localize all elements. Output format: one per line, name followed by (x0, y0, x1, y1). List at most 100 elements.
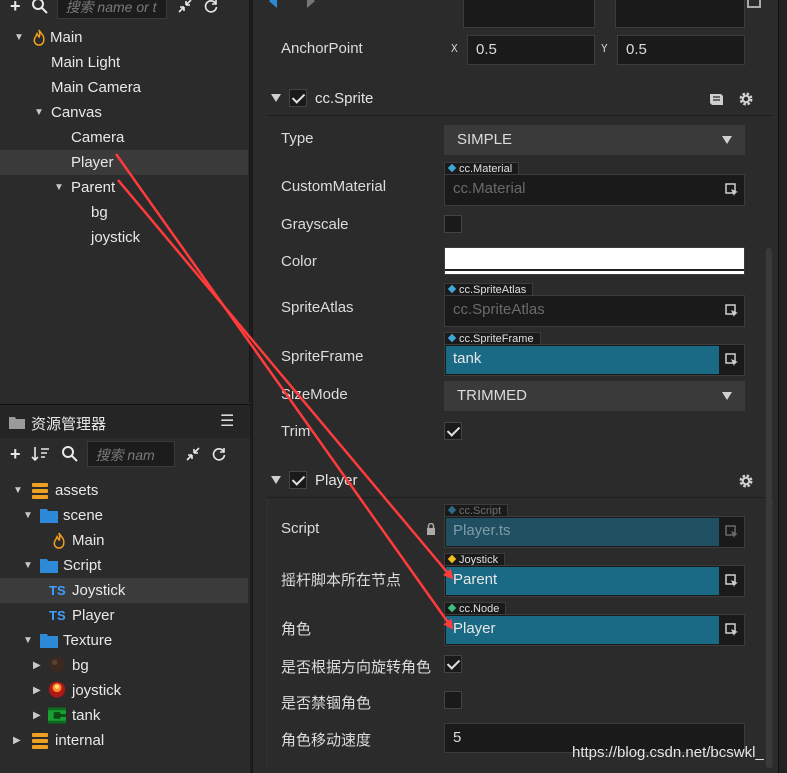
assets-toolbar: + 搜索 nam (0, 438, 250, 470)
sprite-frame-label: SpriteFrame (281, 348, 364, 365)
rotate-by-direction-checkbox[interactable] (444, 655, 462, 673)
asset-item-joystick-ts[interactable]: TS Joystick (0, 578, 248, 603)
sprite-atlas-field[interactable]: cc.SpriteAtlas (444, 295, 745, 327)
anchor-point-row: AnchorPoint X 0.5 Y 0.5 (281, 32, 751, 66)
asset-item-script[interactable]: ▼ Script (0, 553, 248, 578)
tree-node-label: assets (55, 482, 99, 499)
asset-picker-icon[interactable] (725, 183, 739, 197)
expand-arrow-icon[interactable]: ▼ (54, 175, 66, 200)
asset-picker-icon[interactable] (725, 304, 739, 318)
size-width-field[interactable] (463, 0, 595, 28)
gear-icon[interactable] (738, 91, 754, 107)
type-label: Type (281, 130, 314, 147)
sprite-atlas-value: cc.SpriteAtlas (453, 301, 545, 318)
sprite-frame-field[interactable]: tank (444, 344, 745, 376)
grayscale-checkbox[interactable] (444, 215, 462, 233)
folder-icon (40, 559, 58, 573)
search-filter-button[interactable] (61, 442, 79, 466)
anchor-y-input[interactable]: 0.5 (617, 35, 745, 65)
tree-node-player[interactable]: Player (0, 150, 248, 175)
asset-item-player-ts[interactable]: TS Player (0, 603, 248, 628)
size-mode-select[interactable]: TRIMMED (444, 381, 745, 411)
expand-arrow-icon[interactable]: ▼ (23, 503, 35, 528)
custom-material-field[interactable]: cc.Material (444, 174, 745, 206)
asset-item-bg[interactable]: ▶ bg (0, 653, 248, 678)
tree-node-parent[interactable]: ▼ Parent (0, 175, 248, 200)
size-height-field[interactable] (615, 0, 745, 28)
db-icon (32, 733, 48, 749)
tree-node-bg[interactable]: bg (0, 200, 248, 225)
search-filter-button[interactable] (31, 0, 49, 18)
tree-node-label: Main Light (51, 54, 121, 71)
sprite-enabled-checkbox[interactable] (289, 89, 307, 107)
tree-node-canvas[interactable]: ▼ Canvas (0, 100, 248, 125)
type-dot-icon (447, 505, 457, 515)
window-icon[interactable] (747, 0, 761, 8)
script-field: Player.ts (444, 516, 745, 548)
tree-node-main-light[interactable]: Main Light (0, 50, 248, 75)
hamburger-menu-icon[interactable]: ☰ (220, 411, 234, 431)
add-asset-button[interactable]: + (10, 442, 21, 466)
collapse-arrow-icon[interactable]: ▶ (33, 653, 45, 678)
joystick-node-field[interactable]: Parent (444, 565, 745, 597)
collapse-all-button[interactable] (177, 0, 193, 18)
asset-item-texture[interactable]: ▼ Texture (0, 628, 248, 653)
collapse-all-button[interactable] (185, 442, 201, 466)
player-enabled-checkbox[interactable] (289, 471, 307, 489)
trim-checkbox[interactable] (444, 422, 462, 440)
player-component-header[interactable]: Player (267, 464, 773, 498)
asset-item-main-scene[interactable]: Main (0, 528, 248, 553)
collapse-arrow-icon[interactable]: ▶ (13, 728, 25, 753)
sprite-component-header[interactable]: cc.Sprite (267, 82, 773, 116)
collapse-arrow-icon[interactable]: ▶ (33, 703, 45, 728)
tree-node-label: Canvas (51, 104, 102, 121)
tree-node-main[interactable]: ▼ Main (0, 25, 248, 50)
inspector-panel: AnchorPoint X 0.5 Y 0.5 cc.Sprite Type S… (252, 0, 787, 773)
asset-item-scene[interactable]: ▼ scene (0, 503, 248, 528)
sort-button[interactable] (30, 442, 51, 466)
collapse-arrow-icon[interactable] (271, 94, 281, 102)
tree-node-joystick[interactable]: joystick (0, 225, 248, 250)
refresh-button[interactable] (211, 442, 227, 466)
collapse-icon (185, 447, 200, 461)
gear-icon[interactable] (738, 473, 754, 489)
sprite-frame-row: SpriteFrame cc.SpriteFrame tank (281, 332, 751, 376)
ban-role-checkbox[interactable] (444, 691, 462, 709)
size-mode-label: SizeMode (281, 386, 348, 403)
expand-arrow-icon[interactable]: ▼ (14, 25, 26, 50)
refresh-button[interactable] (203, 0, 219, 18)
add-node-button[interactable]: + (10, 0, 21, 18)
color-swatch[interactable] (444, 247, 745, 275)
asset-item-assets[interactable]: ▼ assets (0, 478, 248, 503)
collapse-arrow-icon[interactable] (271, 476, 281, 484)
tree-node-main-camera[interactable]: Main Camera (0, 75, 248, 100)
expand-arrow-icon[interactable]: ▼ (13, 478, 25, 503)
type-select[interactable]: SIMPLE (444, 125, 745, 155)
asset-item-internal[interactable]: ▶ internal (0, 728, 248, 753)
axis-y-label: Y (601, 42, 608, 55)
nav-forward-icon[interactable] (307, 0, 315, 8)
anchor-x-value: 0.5 (476, 41, 497, 58)
tree-node-label: tank (72, 707, 101, 724)
asset-picker-icon[interactable] (725, 623, 739, 637)
role-field[interactable]: Player (444, 614, 745, 646)
type-value: SIMPLE (457, 131, 513, 148)
asset-item-joystick-tex[interactable]: ▶ joystick (0, 678, 248, 703)
tree-node-label: Main Camera (51, 79, 142, 96)
tree-node-camera[interactable]: Camera (0, 125, 248, 150)
type-row: Type SIMPLE (281, 122, 751, 156)
anchor-x-input[interactable]: 0.5 (467, 35, 595, 65)
collapse-arrow-icon[interactable]: ▶ (33, 678, 45, 703)
expand-arrow-icon[interactable]: ▼ (34, 100, 46, 125)
asset-item-tank[interactable]: ▶ tank (0, 703, 248, 728)
book-icon[interactable] (709, 93, 724, 106)
expand-arrow-icon[interactable]: ▼ (23, 628, 35, 653)
expand-arrow-icon[interactable]: ▼ (23, 553, 35, 578)
asset-picker-icon[interactable] (725, 353, 739, 367)
nav-back-icon[interactable] (269, 0, 277, 8)
assets-search-input[interactable]: 搜索 nam (86, 441, 175, 467)
inspector-scrollbar[interactable] (766, 248, 772, 768)
asset-picker-icon[interactable] (725, 574, 739, 588)
hierarchy-search-input[interactable]: 搜索 name or t (56, 0, 167, 19)
rotate-by-direction-label: 是否根据方向旋转角色 (281, 659, 432, 676)
